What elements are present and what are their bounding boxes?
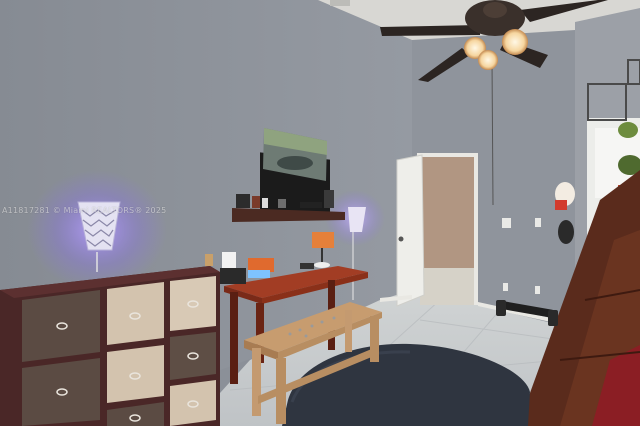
photo-scene: A11817281 © Miami REALTORS® 2025 [0, 0, 640, 426]
storage-bin [170, 332, 216, 380]
desk-lamp [312, 232, 334, 248]
open-door [396, 154, 425, 307]
pencil-holder [220, 268, 246, 284]
light-switch [502, 218, 511, 228]
storage-bin [107, 345, 164, 403]
door-knob [398, 236, 404, 242]
listing-watermark: A11817281 © Miami REALTORS® 2025 [2, 206, 167, 215]
storage-bin [170, 276, 216, 331]
storage-bin [22, 290, 100, 362]
storage-bin [22, 358, 100, 426]
